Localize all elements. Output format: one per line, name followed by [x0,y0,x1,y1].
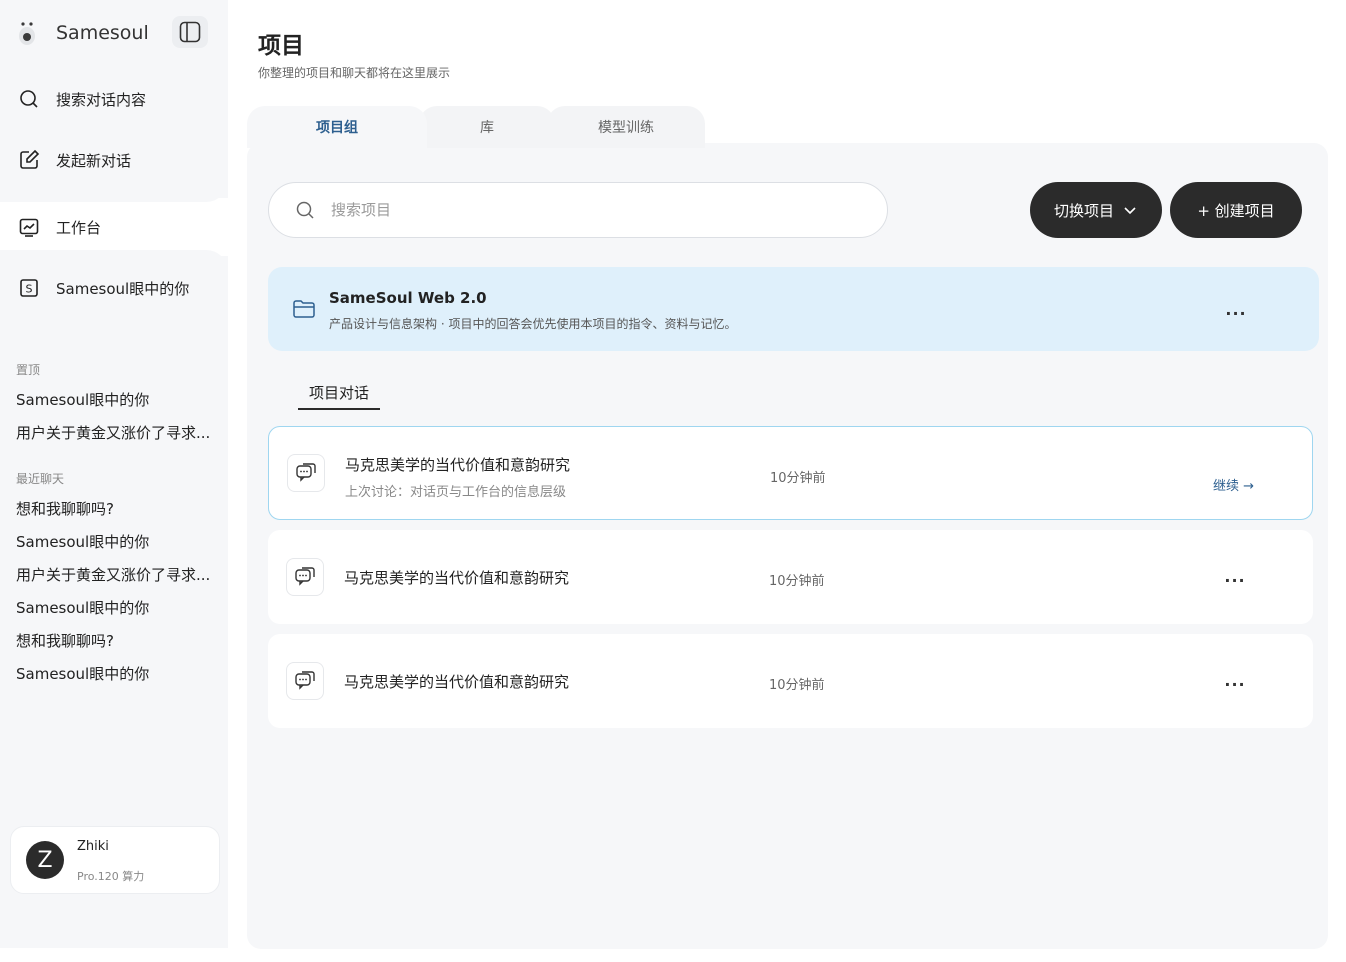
switch-project-button[interactable]: 切换项目 [1030,182,1162,238]
user-name: Zhiki [77,839,109,854]
conversation-more-button[interactable]: ... [1223,658,1247,702]
conversation-title: 马克思美学的当代价值和意韵研究 [344,673,570,691]
chevron-down-icon [1124,207,1136,215]
app-name: Samesoul [56,22,149,44]
tab-library[interactable]: 库 [419,106,555,148]
avatar: Z [26,841,64,879]
edit-icon [14,145,44,175]
sidebar-toggle-icon [179,21,201,43]
conversation-title: 马克思美学的当代价值和意韵研究 [345,456,571,474]
svg-text:S: S [26,283,33,296]
conversation-card[interactable]: 马克思美学的当代价值和意韵研究 10分钟前 ... [268,634,1313,728]
conversation-time: 10分钟前 [770,471,826,486]
search-icon [14,84,44,114]
user-card[interactable]: Z Zhiki Pro.120 算力 [10,826,220,894]
project-card[interactable]: SameSoul Web 2.0 产品设计与信息架构 · 项目中的回答会优先使用… [268,267,1319,351]
conversation-time: 10分钟前 [769,574,825,589]
tab-model-training[interactable]: 模型训练 [547,106,705,148]
s-badge-icon: S [14,273,44,303]
recent-chat-item[interactable]: 想和我聊聊吗? [16,498,216,519]
chat-bubbles-icon [287,454,325,492]
page-subtitle: 你整理的项目和聊天都将在这里展示 [258,66,451,80]
sidebar-item-search[interactable]: 搜索对话内容 [14,82,214,116]
chat-bubbles-icon [286,558,324,596]
folder-icon [293,300,315,318]
recent-chat-item[interactable]: 用户关于黄金又涨价了寻求... [16,564,216,585]
project-more-button[interactable]: ... [1224,287,1248,331]
sidebar-item-label: 发起新对话 [56,151,132,170]
project-description: 产品设计与信息架构 · 项目中的回答会优先使用本项目的指令、资料与记忆。 [329,317,737,331]
project-search[interactable] [268,182,888,238]
search-input[interactable] [331,201,831,219]
project-name: SameSoul Web 2.0 [329,289,487,307]
sidebar-item-label: 工作台 [56,218,102,237]
create-project-button[interactable]: + 创建项目 [1170,182,1302,238]
recent-chat-item[interactable]: Samesoul眼中的你 [16,531,216,552]
sidebar-item-label: 搜索对话内容 [56,90,147,109]
recent-chat-item[interactable]: Samesoul眼中的你 [16,663,216,684]
recent-chat-item[interactable]: Samesoul眼中的你 [16,597,216,618]
sidebar-item-workspace[interactable]: 工作台 [14,210,214,244]
sidebar-item-new-chat[interactable]: 发起新对话 [14,143,214,177]
sidebar-item-label: Samesoul眼中的你 [56,279,190,298]
switch-project-label: 切换项目 [1053,201,1114,220]
tab-project-groups[interactable]: 项目组 [247,106,427,148]
page-title: 项目 [258,33,304,59]
pinned-chat-item[interactable]: Samesoul眼中的你 [16,389,216,410]
search-icon [296,201,314,219]
conversation-subtitle: 上次讨论：对话页与工作台的信息层级 [345,485,567,500]
samesoul-logo-icon [14,18,40,48]
chat-bubbles-icon [286,662,324,700]
conversation-time: 10分钟前 [769,678,825,693]
conversation-more-button[interactable]: ... [1223,554,1247,598]
continue-link[interactable]: 继续 → [1213,475,1254,494]
chart-icon [14,212,44,242]
conversation-title: 马克思美学的当代价值和意韵研究 [344,569,570,587]
recent-section-label: 最近聊天 [16,472,65,486]
sidebar-toggle-button[interactable] [172,16,208,48]
sidebar-item-samesoul-view[interactable]: S Samesoul眼中的你 [14,271,214,305]
conversation-card[interactable]: 马克思美学的当代价值和意韵研究 10分钟前 ... [268,530,1313,624]
pinned-chat-item[interactable]: 用户关于黄金又涨价了寻求... [16,422,216,443]
pinned-section-label: 置顶 [16,363,41,377]
tab-bar: 项目组 库 模型训练 [247,106,747,148]
user-plan: Pro.120 算力 [77,870,145,883]
recent-chat-item[interactable]: 想和我聊聊吗? [16,630,216,651]
conversation-card[interactable]: 马克思美学的当代价值和意韵研究 上次讨论：对话页与工作台的信息层级 10分钟前 … [268,426,1313,520]
tab-project-conversations[interactable]: 项目对话 [298,382,380,410]
